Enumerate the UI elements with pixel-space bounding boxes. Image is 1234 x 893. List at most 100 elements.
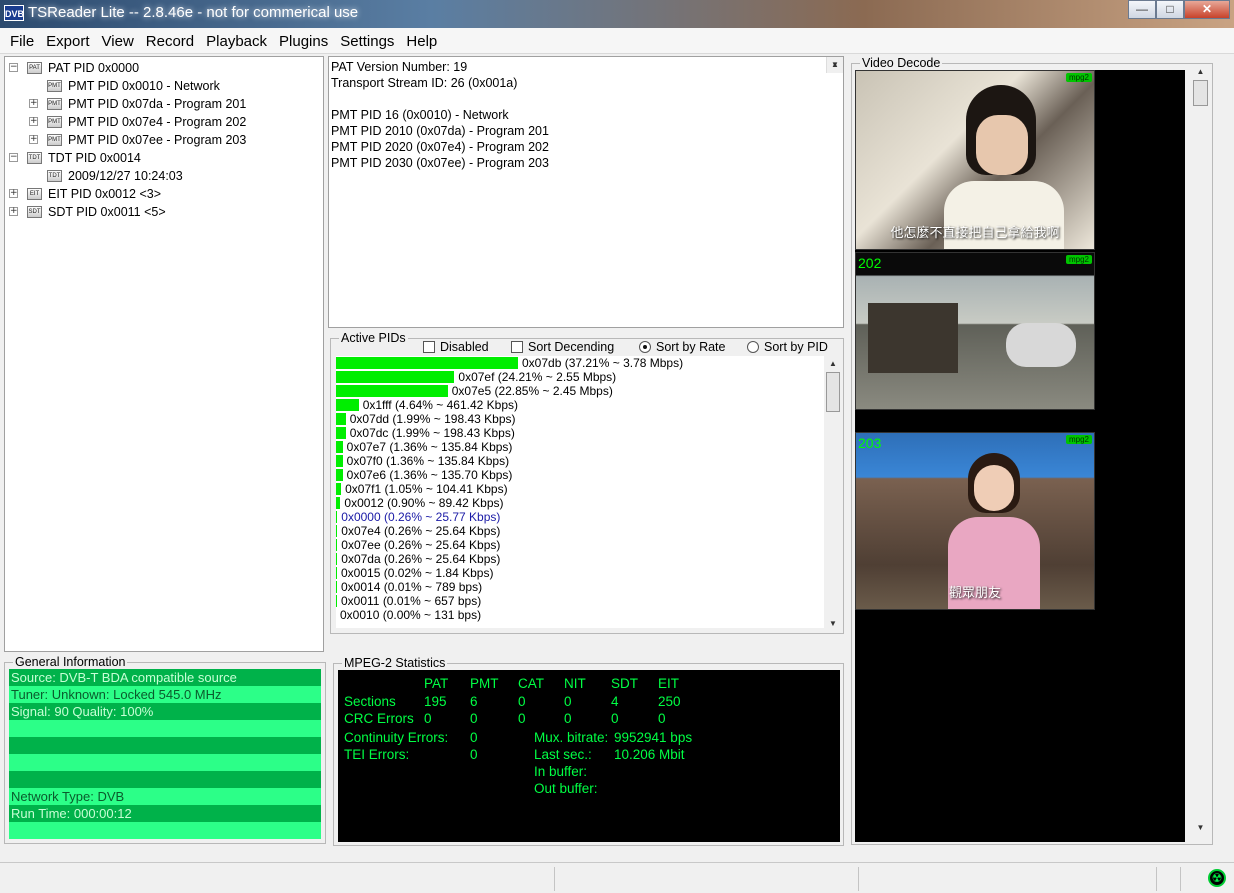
pid-tree[interactable]: − PAT PAT PID 0x0000 PMT PMT PID 0x0010 - Ne… — [4, 56, 324, 652]
tree-item[interactable]: − PAT PAT PID 0x0000 — [5, 59, 323, 77]
scroll-down-icon[interactable]: ▼ — [825, 616, 841, 632]
expand-icon[interactable]: + — [29, 117, 38, 126]
menu-view[interactable]: View — [96, 28, 140, 53]
general-info-row: Network Type: DVB — [9, 788, 321, 805]
pid-rate-bar — [336, 371, 455, 383]
pid-row[interactable]: 0x07db (37.21% ~ 3.78 Mbps) — [336, 356, 824, 370]
active-pids-group: Active PIDs Disabled Sort Decending Sort… — [330, 331, 844, 634]
presenter-face-image — [974, 465, 1014, 511]
channel-number: 202 — [858, 255, 882, 271]
scrollbar-thumb[interactable] — [1193, 80, 1208, 106]
mpeg2-statistics-group: MPEG-2 Statistics PAT PMT CAT NIT SDT EI… — [333, 656, 844, 846]
scroll-up-icon[interactable]: ▲ — [825, 356, 841, 372]
pid-rate-label: 0x07e7 (1.36% ~ 135.84 Kbps) — [346, 440, 513, 454]
pid-rate-bar — [336, 483, 342, 495]
table-icon: PMT — [47, 98, 62, 110]
video-thumbnail-203[interactable]: 203 mpg2 觀眾朋友 — [855, 432, 1095, 610]
mux-bitrate-value: 9952941 bps — [614, 730, 693, 745]
video-thumbnail-201[interactable]: mpg2 他怎麼不直接把自己拿給我啊 — [855, 70, 1095, 250]
pid-rate-bar — [336, 441, 343, 453]
pid-rate-bar — [336, 539, 338, 551]
menu-playback[interactable]: Playback — [200, 28, 273, 53]
expand-icon[interactable]: + — [9, 189, 18, 198]
tei-errors-value: 0 — [470, 747, 478, 762]
pid-row[interactable]: 0x1fff (4.64% ~ 461.42 Kbps) — [336, 398, 824, 412]
active-pids-list[interactable]: 0x07db (37.21% ~ 3.78 Mbps) 0x07ef (24.21… — [336, 356, 824, 628]
pid-row[interactable]: 0x0014 (0.01% ~ 789 bps) — [336, 580, 824, 594]
pid-rate-label: 0x0015 (0.02% ~ 1.84 Kbps) — [341, 566, 494, 580]
menu-export[interactable]: Export — [40, 28, 95, 53]
pid-row[interactable]: 0x07e4 (0.26% ~ 25.64 Kbps) — [336, 524, 824, 538]
scroll-down-icon[interactable]: ▼ — [1192, 820, 1209, 836]
tree-item[interactable]: + PMT PMT PID 0x07da - Program 201 — [5, 95, 323, 113]
pid-row[interactable]: 0x07e5 (22.85% ~ 2.45 Mbps) — [336, 384, 824, 398]
radiation-icon: ☢ — [1208, 869, 1226, 887]
scroll-down-icon[interactable]: ▼ — [827, 57, 843, 73]
pid-row[interactable]: 0x07f0 (1.36% ~ 135.84 Kbps) — [336, 454, 824, 468]
maximize-button[interactable]: □ — [1156, 0, 1184, 19]
header-pat: PAT — [424, 676, 449, 691]
pid-row[interactable]: 0x07e6 (1.36% ~ 135.70 Kbps) — [336, 468, 824, 482]
pid-row[interactable]: 0x0000 (0.26% ~ 25.77 Kbps) — [336, 510, 824, 524]
pat-info-scrollbar[interactable]: ▲ ▼ — [826, 57, 843, 73]
menu-settings[interactable]: Settings — [334, 28, 400, 53]
general-info-row — [9, 771, 321, 788]
pid-rate-label: 0x07f1 (1.05% ~ 104.41 Kbps) — [345, 482, 508, 496]
expand-icon[interactable]: + — [29, 99, 38, 108]
general-info-row: Signal: 90 Quality: 100% — [9, 703, 321, 720]
pid-row[interactable]: 0x07e7 (1.36% ~ 135.84 Kbps) — [336, 440, 824, 454]
video-thumbnail-202[interactable]: 202 mpg2 — [855, 252, 1095, 410]
general-info-row — [9, 720, 321, 737]
scroll-up-icon[interactable]: ▲ — [1192, 64, 1209, 80]
pid-row[interactable]: 0x07dc (1.99% ~ 198.43 Kbps) — [336, 426, 824, 440]
table-icon: PMT — [47, 134, 62, 146]
pid-rate-label: 0x07da (0.26% ~ 25.64 Kbps) — [341, 552, 501, 566]
minimize-button[interactable]: — — [1128, 0, 1156, 19]
tree-item[interactable]: PMT PMT PID 0x0010 - Network — [5, 77, 323, 95]
menu-record[interactable]: Record — [140, 28, 200, 53]
general-info-row — [9, 822, 321, 839]
crc-errors-value: 0 — [518, 711, 526, 726]
channel-number: 203 — [858, 435, 882, 451]
menu-help[interactable]: Help — [400, 28, 443, 53]
pid-row[interactable]: 0x07f1 (1.05% ~ 104.41 Kbps) — [336, 482, 824, 496]
menu-plugins[interactable]: Plugins — [273, 28, 334, 53]
pid-row[interactable]: 0x07ef (24.21% ~ 2.55 Mbps) — [336, 370, 824, 384]
sections-value: 195 — [424, 694, 447, 709]
tree-item[interactable]: + PMT PMT PID 0x07ee - Program 203 — [5, 131, 323, 149]
app-icon[interactable]: DVB — [4, 5, 24, 21]
tree-item[interactable]: + SDT SDT PID 0x0011 <5> — [5, 203, 323, 221]
status-cell — [554, 867, 555, 891]
pid-row[interactable]: 0x0015 (0.02% ~ 1.84 Kbps) — [336, 566, 824, 580]
menu-file[interactable]: File — [4, 28, 40, 53]
general-info-row — [9, 737, 321, 754]
tree-item[interactable]: + EIT EIT PID 0x0012 <3> — [5, 185, 323, 203]
pat-info-line: PAT Version Number: 19 — [331, 60, 468, 74]
collapse-icon[interactable]: − — [9, 63, 18, 72]
disabled-checkbox[interactable]: Disabled — [423, 340, 489, 354]
close-button[interactable]: ✕ — [1184, 0, 1230, 19]
tree-item[interactable]: − TDT TDT PID 0x0014 — [5, 149, 323, 167]
pid-row[interactable]: 0x07dd (1.99% ~ 198.43 Kbps) — [336, 412, 824, 426]
tree-item[interactable]: + PMT PMT PID 0x07e4 - Program 202 — [5, 113, 323, 131]
sort-by-rate-radio[interactable]: Sort by Rate — [639, 340, 725, 354]
pid-rate-bar — [336, 469, 343, 481]
pid-rate-label: 0x07dc (1.99% ~ 198.43 Kbps) — [349, 426, 515, 440]
collapse-icon[interactable]: − — [9, 153, 18, 162]
tree-item[interactable]: TDT 2009/12/27 10:24:03 — [5, 167, 323, 185]
pid-row[interactable]: 0x0011 (0.01% ~ 657 bps) — [336, 594, 824, 608]
pid-row[interactable]: 0x07ee (0.26% ~ 25.64 Kbps) — [336, 538, 824, 552]
pid-rate-bar — [336, 455, 343, 467]
pid-row[interactable]: 0x07da (0.26% ~ 25.64 Kbps) — [336, 552, 824, 566]
active-pids-scrollbar[interactable]: ▲ ▼ — [825, 356, 841, 632]
scrollbar-thumb[interactable] — [826, 372, 840, 412]
pid-row[interactable]: 0x0012 (0.90% ~ 89.42 Kbps) — [336, 496, 824, 510]
video-decode-scrollbar[interactable]: ▲ ▼ — [1192, 64, 1209, 836]
pid-row[interactable]: 0x0010 (0.00% ~ 131 bps) — [336, 608, 824, 622]
pid-rate-label: 0x0011 (0.01% ~ 657 bps) — [341, 594, 482, 608]
sort-by-pid-radio[interactable]: Sort by PID — [747, 340, 828, 354]
expand-icon[interactable]: + — [9, 207, 18, 216]
expand-icon[interactable]: + — [29, 135, 38, 144]
sort-descending-checkbox[interactable]: Sort Decending — [511, 340, 614, 354]
pat-info-line: PMT PID 16 (0x0010) - Network — [331, 108, 509, 122]
